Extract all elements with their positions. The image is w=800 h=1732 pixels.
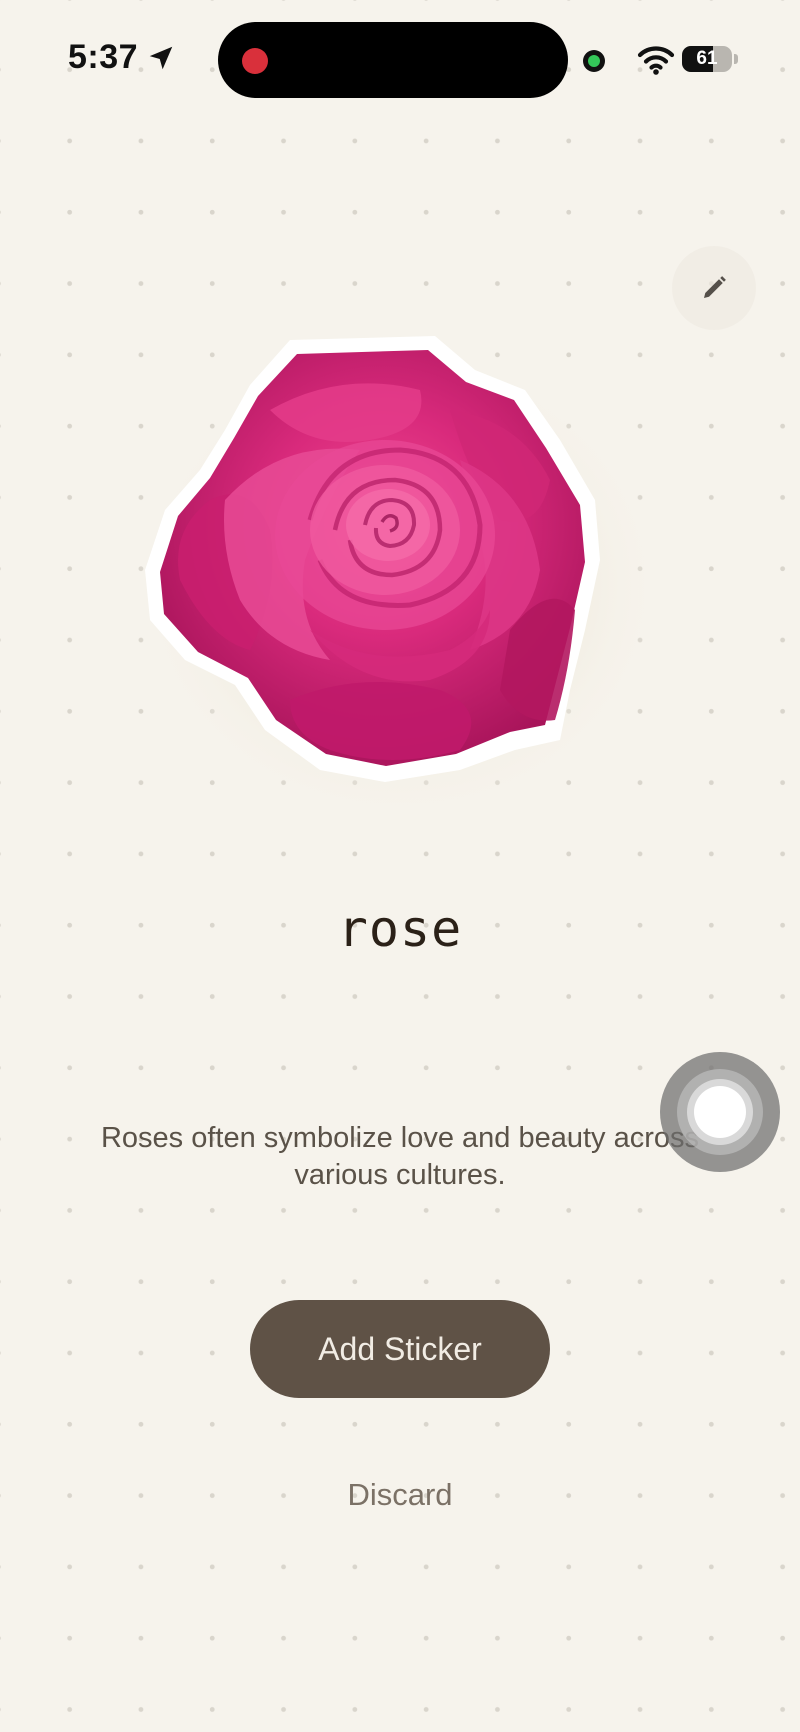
assistive-touch-ring-outer [677,1069,763,1155]
recording-indicator-icon [242,48,268,74]
location-arrow-icon [146,43,176,73]
camera-in-use-indicator-icon [583,50,605,72]
assistive-touch-ring-inner [694,1086,746,1138]
sticker-image [130,330,670,820]
sticker-title: rose [337,900,463,958]
battery-level: 61 [696,48,718,69]
add-sticker-button[interactable]: Add Sticker [250,1300,550,1398]
battery-cap [734,54,738,64]
status-bar: 5:37 61 [0,0,800,120]
rose-flower-sticker [132,336,668,820]
battery-icon: 61 [682,46,732,72]
assistive-touch-ring-middle [687,1079,753,1145]
pencil-icon [704,276,726,298]
status-time: 5:37 [68,38,139,76]
discard-button[interactable]: Discard [300,1470,500,1520]
wifi-icon [636,44,676,76]
status-time-group: 5:37 [68,38,176,77]
assistive-touch-icon[interactable] [660,1052,780,1172]
sticker-description: Roses often symbolize love and beauty ac… [100,1122,700,1191]
dynamic-island [218,22,568,98]
edit-button[interactable] [672,246,756,330]
